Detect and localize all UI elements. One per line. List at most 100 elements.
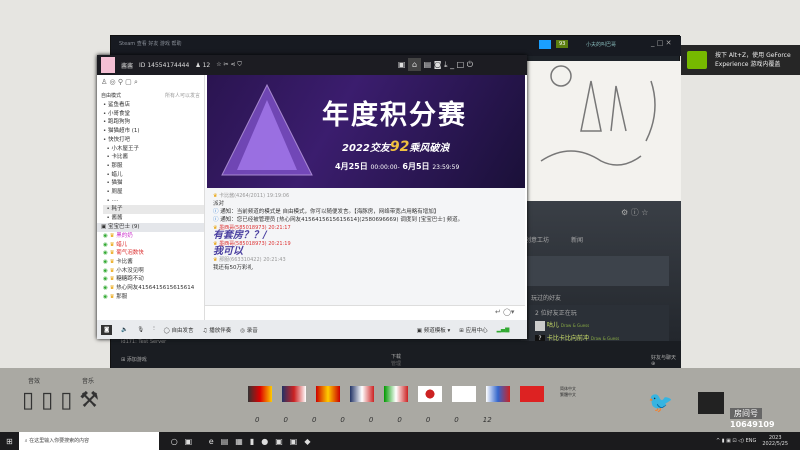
channel-item[interactable]: • 跑跑狗狗 <box>103 118 204 127</box>
banner-subtitle: 2022交友92乘风破浪 <box>342 139 450 155</box>
nvidia-text: Experience 游戏内覆盖 <box>715 61 781 68</box>
settings-icon[interactable]: ⚙ ⓘ ☆ <box>621 207 648 218</box>
stream-overlay: 音效 音乐 ▯ ▯ ▯ ⚒ 简体中文 繁體中文 0 0 0 0 0 0 0 0 12 🐦 房间号 … <box>0 368 800 432</box>
member-item[interactable]: ◉ ♛ 黑的奶 <box>103 232 204 241</box>
steam-user[interactable]: 小夫的叫巴哥 <box>586 41 616 48</box>
friends-chat-button[interactable]: 好友与聊天 ⊕ <box>651 354 681 367</box>
avatar[interactable] <box>101 57 115 73</box>
flag-icon[interactable] <box>418 386 442 402</box>
channel-tree: • 鲨鱼看店 • 小哥食堂 • 跑跑狗狗 • 猫猫超市 (1) • 快快打吧 • 小木屋… <box>97 101 204 223</box>
flag-icon[interactable] <box>248 386 272 402</box>
nvidia-notification[interactable]: 按下 Alt+Z，使用 GeForce Experience 游戏内覆盖 <box>681 45 800 75</box>
announce-icon[interactable] <box>539 40 551 49</box>
chat-input[interactable]: ↵ ◯▾ <box>205 305 525 320</box>
discord-icon[interactable] <box>698 392 724 414</box>
app-center-button[interactable]: ⊞ 应用中心 <box>459 326 487 334</box>
vote-counts: 0 0 0 0 0 0 0 0 12 <box>255 416 492 424</box>
language-flags <box>248 386 554 404</box>
member-item[interactable]: ◉ ♛ 小木没见啊 <box>103 267 204 276</box>
steam-menu[interactable]: Steam 查看 好友 游戏 帮助 <box>119 41 182 47</box>
member-item[interactable]: ◉ ♛ 热心网友4156415615615614 <box>103 284 204 293</box>
vote-count: 0 <box>283 416 288 424</box>
mode-select[interactable]: 自由模式 <box>101 92 121 99</box>
member-item[interactable]: ◉ ♛ 卡比酱 <box>103 258 204 267</box>
friends-header: 玩过的好友 <box>531 295 562 302</box>
channel-item[interactable]: • 猫猫 <box>103 179 204 188</box>
start-button[interactable]: ⊞ <box>0 437 19 446</box>
member-item[interactable]: ◉ ♛ 糖糖跑不动 <box>103 275 204 284</box>
member-count: ♟ 12 <box>195 61 211 69</box>
twitter-icon[interactable]: 🐦 <box>648 390 673 414</box>
taskbar: ⊞ ⌕ 在这里输入你要搜索的内容 ○▣ e▤▦▮●▣▣◆ ^ ▮ ▣ ⊡ ◁) … <box>0 432 800 450</box>
channel-item[interactable]: • 卡比酱 <box>103 153 204 162</box>
channel-item[interactable]: • ···· <box>103 197 204 206</box>
favorite-icon[interactable]: ☆ ✂ ⋖ ⛉ <box>216 61 242 69</box>
channel-item[interactable]: • 厕屋 <box>103 188 204 197</box>
channel-item[interactable]: • 耗子 <box>103 205 204 215</box>
member-item[interactable]: ◉ ♛ 那服 <box>103 293 204 302</box>
tab-news[interactable]: 新闻 <box>571 235 583 244</box>
friends-playing: 2 位好友正在玩 咕儿 Draw & Guess ? 卡比卡比向前冲 Draw … <box>529 305 669 345</box>
event-banner[interactable]: 年度积分赛 2022交友92乘风破浪 4月25日 00:00:00- 6月5日 … <box>207 75 525 188</box>
flag-icon[interactable] <box>520 386 544 402</box>
speaker-icons: ▯ ▯ ▯ ⚒ <box>22 388 100 413</box>
channel-item[interactable]: • 蜡儿 <box>103 171 204 180</box>
template-button[interactable]: ▣ 频道模板 ▾ <box>417 326 450 334</box>
channel-item[interactable]: • 鲨鱼看店 <box>103 101 204 110</box>
taskbar-app-icons[interactable]: ○▣ e▤▦▮●▣▣◆ <box>171 437 318 446</box>
tab-workshop[interactable]: 创意工坊 <box>525 235 549 244</box>
vote-count: 0 <box>368 416 374 424</box>
group-header[interactable]: ▣ 宝宝巴士 (9) <box>97 222 204 232</box>
server-item[interactable]: id171: Test Server <box>121 339 166 345</box>
downloads-button[interactable]: 下载 管理 <box>391 353 401 367</box>
speaker-icon[interactable]: 🔈 <box>121 327 128 333</box>
game-artwork <box>521 61 681 201</box>
free-speech-button[interactable]: ◯ 自由发言 <box>164 326 194 334</box>
record-button[interactable]: ◎ 录音 <box>240 326 258 334</box>
channel-item[interactable]: • 小哥食堂 <box>103 110 204 119</box>
steam-menubar: Steam 查看 好友 游戏 帮助 93 小夫的叫巴哥 _ □ ✕ <box>111 36 681 56</box>
music-label: 音乐 <box>82 378 95 385</box>
sidebar-tool-icons[interactable]: ♙ ◎ ⚲ ▢ ⌕ <box>97 75 204 90</box>
flag-icon[interactable] <box>282 386 306 402</box>
flag-icon[interactable] <box>384 386 408 402</box>
chat-message: ♛ 墨西哥(585018973) 20:21:19 我可以 <box>213 241 291 257</box>
chat-message: ♛ 那服(663310422) 20:21:43 我还有50万彩礼 <box>213 257 286 271</box>
window-nav-icons[interactable]: ▣ ⌂ ▤ ◙ ⤓ _ □ ⏻ <box>398 58 473 71</box>
playing-count: 2 位好友正在玩 <box>535 310 577 317</box>
tray[interactable]: ^ ▮ ▣ ⊡ ◁) ENG <box>716 438 756 444</box>
mixer-icon[interactable]: ⫶ <box>153 326 154 333</box>
clock[interactable]: 2023 2022/5/25 <box>762 435 788 447</box>
chat-message: ⓘ 通知：当前频道的模式是 自由模式，你可以随便发言。【海豚房，网络带宽占用略有… <box>213 209 440 215</box>
channel-item[interactable]: • 小木屋王子 <box>103 145 204 154</box>
channel-item[interactable]: • 快快打吧 <box>103 136 204 145</box>
flag-icon[interactable] <box>350 386 374 402</box>
vote-count: 0 <box>397 416 402 424</box>
headset-icon[interactable]: ◙ <box>101 324 113 335</box>
play-music-button[interactable]: ♫ 播放伴奏 <box>203 326 232 334</box>
vote-count: 12 <box>482 416 492 424</box>
friend-name[interactable]: 咕儿 <box>547 322 559 329</box>
nvidia-logo-icon <box>687 51 707 69</box>
yy-titlebar: 酱酱 ID 14554174444 ♟ 12 ☆ ✂ ⋖ ⛉ ▣ ⌂ ▤ ◙ ⤓… <box>97 55 527 75</box>
add-game-button[interactable]: ⊞ 添加游戏 <box>121 356 147 363</box>
member-item[interactable]: ◉ ♛ 蜡儿 <box>103 241 204 250</box>
flag-icon[interactable] <box>486 386 510 402</box>
activity-box <box>525 256 669 286</box>
steam-bottom-bar: id171: Test Server ⊞ 添加游戏 下载 管理 好友与聊天 ⊕ <box>111 339 681 371</box>
chat-message: ♛ 墨西哥(585018973) 20:21:17 有套房？？/ <box>213 225 291 241</box>
mic-icon[interactable]: 🎙 <box>137 327 144 333</box>
window-controls[interactable]: _ □ ✕ <box>651 39 671 47</box>
member-item[interactable]: ◉ ♛ 葡气泡数快 <box>103 249 204 258</box>
channel-item[interactable]: • 猫猫超市 (1) <box>103 127 204 136</box>
channel-item[interactable]: • 那服 <box>103 162 204 171</box>
flag-icon[interactable] <box>452 386 476 402</box>
notification-badge[interactable]: 93 <box>556 40 569 48</box>
flag-icon[interactable] <box>316 386 340 402</box>
send-icon[interactable]: ↵ ◯▾ <box>495 308 514 316</box>
friend-game: Draw & Guess <box>590 335 620 341</box>
mode-row: 自由模式 所有人可以发言 <box>101 92 200 99</box>
taskbar-search[interactable]: ⌕ 在这里输入你要搜索的内容 <box>18 432 159 450</box>
channel-item[interactable]: • 酱酱 <box>103 214 204 223</box>
channel-sidebar: ♙ ◎ ⚲ ▢ ⌕ 自由模式 所有人可以发言 • 鲨鱼看店 • 小哥食堂 • 跑跑狗狗… <box>97 75 205 320</box>
